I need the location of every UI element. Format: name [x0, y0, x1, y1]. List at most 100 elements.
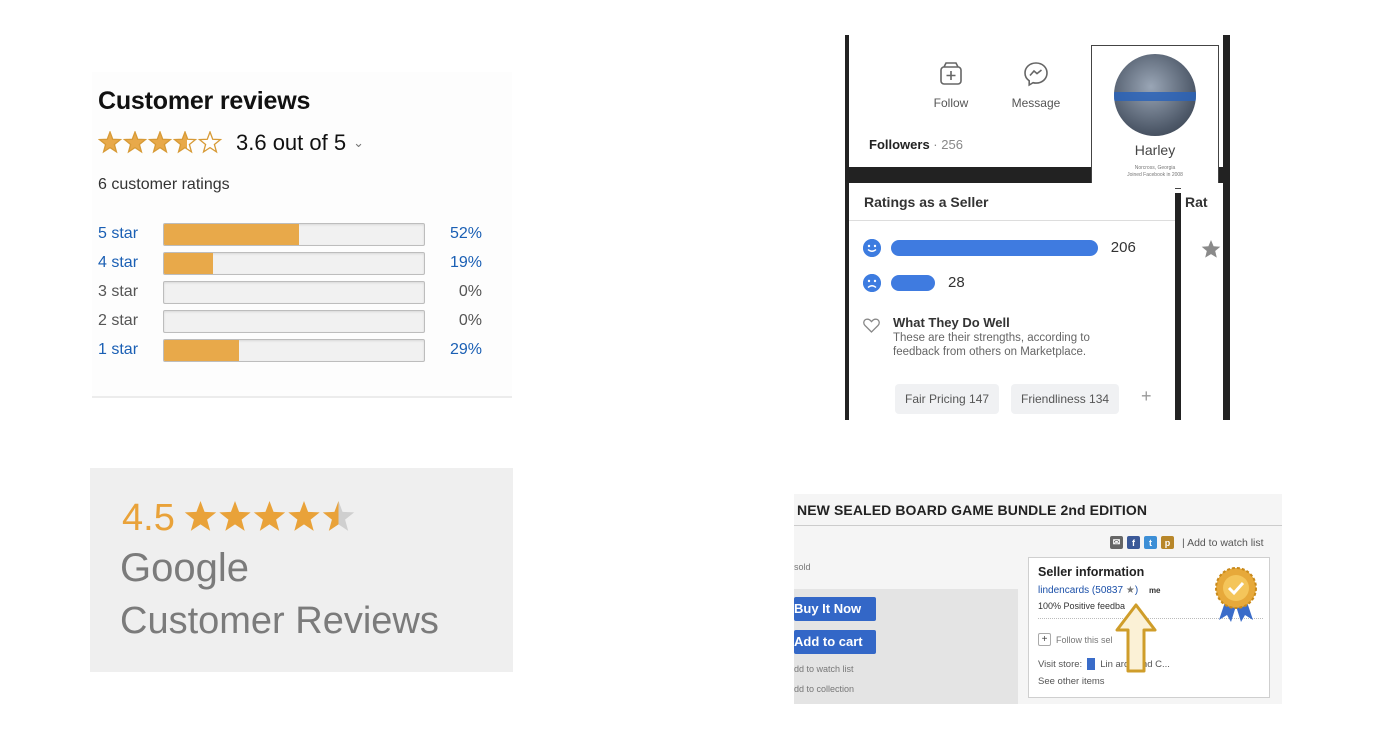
histogram-row-1-star[interactable]: 1 star 29% [98, 338, 498, 362]
seller-ratings-card: Ratings as a Seller 206 28 What They Do … [849, 183, 1175, 420]
chevron-down-icon[interactable]: ⌄ [353, 135, 364, 151]
histogram-percent[interactable]: 52% [450, 225, 482, 243]
follow-seller-label: Follow this sel [1056, 634, 1113, 645]
histogram-row-3-star: 3 star 0% [98, 280, 498, 304]
followers-number: 256 [941, 137, 963, 152]
histogram-row-2-star: 2 star 0% [98, 309, 498, 333]
ratings-title: Ratings as a Seller [864, 194, 989, 210]
followers-separator: · [929, 137, 942, 152]
add-to-cart-button[interactable]: Add to cart [794, 630, 876, 654]
twitter-icon[interactable]: t [1144, 536, 1157, 549]
seller-name[interactable]: lindencards (50837 [1038, 585, 1123, 596]
histogram-label[interactable]: 4 star [98, 254, 138, 272]
avatar[interactable] [1114, 54, 1196, 136]
histogram-label[interactable]: 5 star [98, 225, 138, 243]
follow-label: Follow [933, 96, 969, 110]
google-wordmark: Google [120, 546, 249, 590]
positive-feedback: 100% Positive feedba [1038, 601, 1126, 611]
listing-title: NEW SEALED BOARD GAME BUNDLE 2nd EDITION [797, 502, 1148, 518]
sold-text: sold [794, 562, 811, 572]
followers-label: Followers [869, 137, 930, 152]
divider [849, 220, 1175, 221]
top-rated-seller-badge-icon [1215, 567, 1257, 622]
positive-ratings-bar[interactable] [891, 240, 1098, 256]
buy-it-now-button[interactable]: Buy It Now [794, 597, 876, 621]
followers-count[interactable]: Followers · 256 [869, 137, 963, 152]
profile-name: Harley [1134, 142, 1176, 158]
histogram-label: 3 star [98, 283, 139, 300]
histogram-row-5-star[interactable]: 5 star 52% [98, 222, 498, 246]
average-rating-row[interactable]: 3.6 out of 5 ⌄ [98, 128, 364, 158]
star-icon [219, 501, 251, 531]
seller-name-close: ) [1134, 585, 1139, 596]
histogram-label[interactable]: 1 star [98, 341, 138, 359]
histogram-percent: 0% [458, 312, 482, 329]
phone-frame [1223, 35, 1230, 420]
more-chips-button[interactable]: + [1141, 386, 1152, 407]
phone-frame [845, 35, 849, 420]
strength-chip-friendliness[interactable]: Friendliness 134 [1011, 384, 1120, 414]
follow-icon [940, 62, 962, 85]
histogram-bar[interactable] [163, 223, 425, 246]
email-icon[interactable]: ✉ [1110, 536, 1123, 549]
histogram-bar [163, 310, 425, 333]
star-icon [288, 501, 320, 531]
histogram-bar[interactable] [163, 252, 425, 275]
divider [794, 525, 1282, 526]
star-icon [184, 501, 217, 531]
star-icon [253, 501, 286, 531]
google-subtitle: Customer Reviews [120, 600, 439, 642]
feedback-star-icon: ★ [1125, 585, 1135, 596]
phone-frame [1175, 193, 1181, 420]
pinterest-icon[interactable]: p [1161, 536, 1174, 549]
buyer-ratings-card: Rat [1181, 183, 1223, 420]
heart-icon [863, 318, 880, 333]
histogram-fill [164, 224, 300, 245]
facebook-icon[interactable]: f [1127, 536, 1140, 549]
strength-chip-fair-pricing[interactable]: Fair Pricing 147 [895, 384, 1000, 414]
reviews-title: Customer reviews [98, 87, 311, 115]
star-icon [122, 131, 148, 154]
amazon-reviews-panel: Customer reviews 3.6 out of 5 ⌄ 6 custom… [92, 72, 512, 398]
seller-name-link[interactable]: lindencards (50837 ★) me [1038, 585, 1161, 596]
messenger-icon [1024, 62, 1048, 87]
follow-seller-link[interactable]: + Follow this sel [1038, 633, 1113, 646]
see-other-items-link[interactable]: See other items [1038, 676, 1105, 687]
happy-face-icon [863, 239, 881, 257]
negative-ratings-count: 28 [948, 274, 965, 291]
histogram-fill [164, 253, 214, 274]
me-badge[interactable]: me [1149, 586, 1161, 595]
visit-store-label: Visit store: [1038, 658, 1083, 670]
star-icon [147, 131, 173, 154]
plus-icon: + [1038, 633, 1051, 646]
google-rating-row: 4.5 [122, 496, 359, 539]
add-to-watch-list-link[interactable]: dd to watch list [794, 664, 854, 674]
histogram-percent[interactable]: 29% [450, 341, 482, 359]
histogram-row-4-star[interactable]: 4 star 19% [98, 251, 498, 275]
store-icon [1087, 658, 1096, 670]
negative-ratings-bar[interactable] [891, 275, 935, 291]
message-button[interactable]: Message [1001, 60, 1071, 110]
star-icon [172, 131, 198, 154]
ebay-listing-panel: NEW SEALED BOARD GAME BUNDLE 2nd EDITION… [794, 494, 1282, 704]
profile-popup[interactable]: Harley Norcross, Georgia Joined Facebook… [1091, 45, 1219, 189]
strengths-description: These are their strengths, according to … [893, 332, 1090, 358]
average-rating-text: 3.6 out of 5 [236, 130, 347, 155]
follow-button[interactable]: Follow [916, 60, 986, 110]
histogram-bar [163, 281, 425, 304]
google-reviews-badge: 4.5 Google Customer Reviews [90, 468, 513, 672]
share-bar: ✉ f t p | Add to watch list [1110, 536, 1264, 549]
profile-location: Norcross, Georgia [1134, 165, 1176, 171]
google-score: 4.5 [122, 496, 175, 539]
avatar-stripe [1114, 92, 1196, 101]
watch-list-label: Add to watch list [1187, 536, 1264, 549]
histogram-percent: 0% [458, 283, 482, 300]
histogram-percent[interactable]: 19% [450, 254, 482, 272]
add-to-watch-list-link[interactable]: | Add to watch list [1182, 537, 1264, 549]
histogram-label: 2 star [98, 312, 139, 329]
histogram-bar[interactable] [163, 339, 425, 362]
buyer-ratings-title: Rat [1185, 194, 1208, 210]
up-arrow-annotation-icon [1115, 603, 1157, 673]
star-rating-icons [184, 501, 355, 531]
add-to-collection-link[interactable]: dd to collection [794, 684, 854, 694]
